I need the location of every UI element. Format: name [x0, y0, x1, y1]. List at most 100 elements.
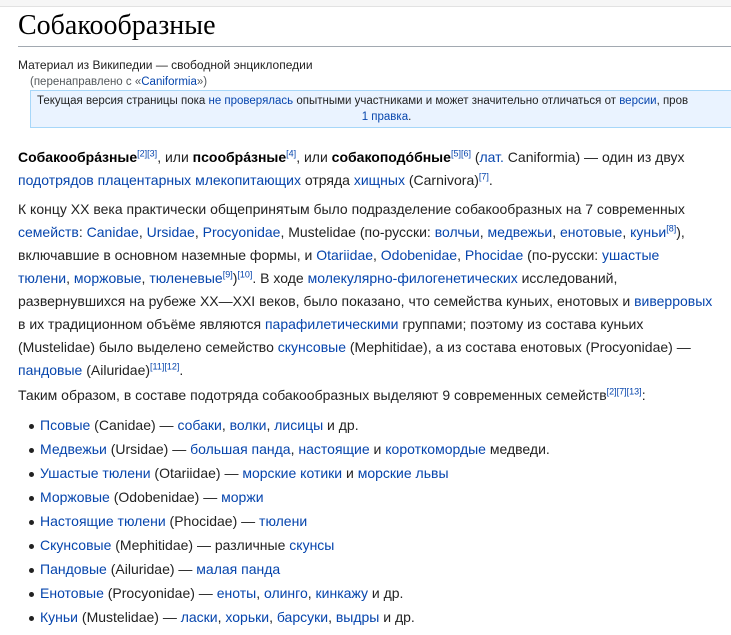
species-link[interactable]: волки	[230, 417, 267, 433]
text: К концу XX века практически общепринятым…	[18, 201, 685, 217]
viverrovye-link[interactable]: виверровых	[634, 293, 712, 309]
species-link[interactable]: тюлени	[259, 513, 307, 529]
conjunction: и	[342, 465, 358, 481]
not-checked-link[interactable]: не проверялась	[208, 95, 293, 107]
text: Таким образом, в составе подотряда собак…	[18, 387, 607, 403]
families-list: Псовые (Canidae) — собаки, волки, лисицы…	[18, 414, 731, 630]
family-link[interactable]: Настоящие тюлени	[40, 513, 166, 529]
text: ,	[622, 224, 631, 240]
family-link[interactable]: Пандовые	[40, 561, 107, 577]
family-link[interactable]: Моржовые	[40, 489, 110, 505]
families-link[interactable]: семейств	[18, 224, 79, 240]
species-link[interactable]: моржи	[221, 489, 263, 505]
lead-paragraph: Собакообра́зные[2][3], или псообра́зные[…	[18, 146, 731, 192]
species-link[interactable]: малая панда	[196, 561, 280, 577]
species-link[interactable]: барсуки	[277, 609, 328, 625]
separator: ,	[328, 609, 336, 625]
ref-link[interactable]: [2][3]	[137, 148, 157, 158]
latin-link[interactable]: лат.	[480, 149, 504, 165]
text: Caniformia) — один из двух	[503, 149, 685, 165]
tyuleni-link[interactable]: тюлени	[18, 270, 66, 286]
species-link[interactable]: кинкажу	[316, 585, 368, 601]
list-tail: и др.	[367, 585, 404, 601]
text: (Mephitidae), а из состава енотовых (Pro…	[346, 339, 691, 355]
species-link[interactable]: настоящие	[298, 441, 369, 457]
ref-link[interactable]: [2][7][13]	[607, 386, 642, 396]
ref-link[interactable]: [5][6]	[451, 148, 471, 158]
species-link[interactable]: выдры	[336, 609, 380, 625]
volchi-link[interactable]: волчьи	[435, 224, 480, 240]
placental-link[interactable]: плацентарных	[98, 172, 192, 188]
species-link[interactable]: хорьки	[225, 609, 269, 625]
list-item: Пандовые (Ailuridae) — малая панда	[18, 558, 731, 582]
family-link[interactable]: Медвежьи	[40, 441, 107, 457]
canidae-link[interactable]: Canidae	[87, 224, 139, 240]
conjunction: и	[369, 441, 386, 457]
latin-name: (Canidae) —	[90, 417, 178, 433]
history-paragraph: К концу XX века практически общепринятым…	[18, 198, 731, 382]
skunsovye-link[interactable]: скунсовые	[278, 339, 346, 355]
species-link[interactable]: собаки	[177, 417, 221, 433]
species-link[interactable]: ласки	[181, 609, 218, 625]
latin-name: (Phocidae) —	[165, 513, 260, 529]
list-item: Ушастые тюлени (Otariidae) — морские кот…	[18, 462, 731, 486]
family-link[interactable]: Енотовые	[40, 585, 104, 601]
versions-link[interactable]: версии	[619, 95, 656, 107]
family-link[interactable]: Скунсовые	[40, 537, 111, 553]
latin-name: (Otariidae) —	[150, 465, 243, 481]
text: включавшие в основном наземные формы, и	[18, 247, 317, 263]
ref-link[interactable]: [7]	[479, 171, 489, 181]
redirect-link[interactable]: Caniformia	[141, 76, 197, 88]
otariidae-link[interactable]: Otariidae	[316, 247, 373, 263]
edits-link[interactable]: 1 правка	[362, 111, 408, 123]
species-link[interactable]: олинго	[264, 585, 308, 601]
ref-link[interactable]: [10]	[237, 269, 252, 279]
text: в их традиционном объёме являются	[18, 316, 265, 332]
odobenidae-link[interactable]: Odobenidae	[381, 247, 457, 263]
flagged-text: .	[408, 111, 412, 123]
species-link[interactable]: большая панда	[190, 441, 291, 457]
suborders-link[interactable]: подотрядов	[18, 172, 94, 188]
species-link[interactable]: скунсы	[289, 537, 334, 553]
text: :	[78, 224, 87, 240]
title-divider	[18, 46, 731, 47]
latin-name: (Mustelidae) —	[78, 609, 181, 625]
redirect-notice: (перенаправлено с «Caniformia»)	[30, 76, 207, 88]
species-link[interactable]: морские львы	[358, 465, 449, 481]
species-link[interactable]: морские котики	[242, 465, 342, 481]
text: группами; поэтому из состава куньих	[398, 316, 644, 332]
mammals-link[interactable]: млекопитающих	[195, 172, 301, 188]
species-link[interactable]: лисицы	[274, 417, 323, 433]
browser-top-strip	[0, 0, 731, 7]
kuni-link[interactable]: куньи	[630, 224, 666, 240]
enotovye-link[interactable]: енотовые	[560, 224, 622, 240]
latin-name: (Odobenidae) —	[109, 489, 222, 505]
ushastye-link[interactable]: ушастые	[602, 247, 659, 263]
ref-link[interactable]: [4]	[286, 148, 296, 158]
family-link[interactable]: Псовые	[40, 417, 90, 433]
ursidae-link[interactable]: Ursidae	[147, 224, 195, 240]
species-link[interactable]: короткомордые	[385, 441, 486, 457]
family-link[interactable]: Ушастые тюлени	[40, 465, 151, 481]
morzhovye-link[interactable]: моржовые	[74, 270, 142, 286]
text: ,	[552, 224, 560, 240]
species-link[interactable]: еноты	[217, 585, 256, 601]
paraphyletic-link[interactable]: парафилетическими	[265, 316, 398, 332]
molecular-link[interactable]: молекулярно-филогенетических	[308, 270, 518, 286]
family-link[interactable]: Куньи	[40, 609, 78, 625]
ref-link[interactable]: [11][12]	[150, 361, 179, 371]
text: исследований,	[517, 270, 618, 286]
carnivora-link[interactable]: хищных	[354, 172, 405, 188]
phocidae-link[interactable]: Phocidae	[465, 247, 523, 263]
medvezhi-link[interactable]: медвежьи	[488, 224, 553, 240]
ref-link[interactable]: [8]	[666, 223, 676, 233]
text: , или	[296, 149, 332, 165]
tyulenevye-link[interactable]: тюленевые	[149, 270, 222, 286]
latin-name: (Procyonidae) —	[103, 585, 217, 601]
flagged-text: опытными участниками и может значительно…	[293, 95, 620, 107]
procyonidae-link[interactable]: Procyonidae	[203, 224, 281, 240]
list-item: Медвежьи (Ursidae) — большая панда, наст…	[18, 438, 731, 462]
summary-paragraph: Таким образом, в составе подотряда собак…	[18, 384, 731, 407]
pandovye-link[interactable]: пандовые	[18, 362, 82, 378]
ref-link[interactable]: [9]	[223, 269, 233, 279]
